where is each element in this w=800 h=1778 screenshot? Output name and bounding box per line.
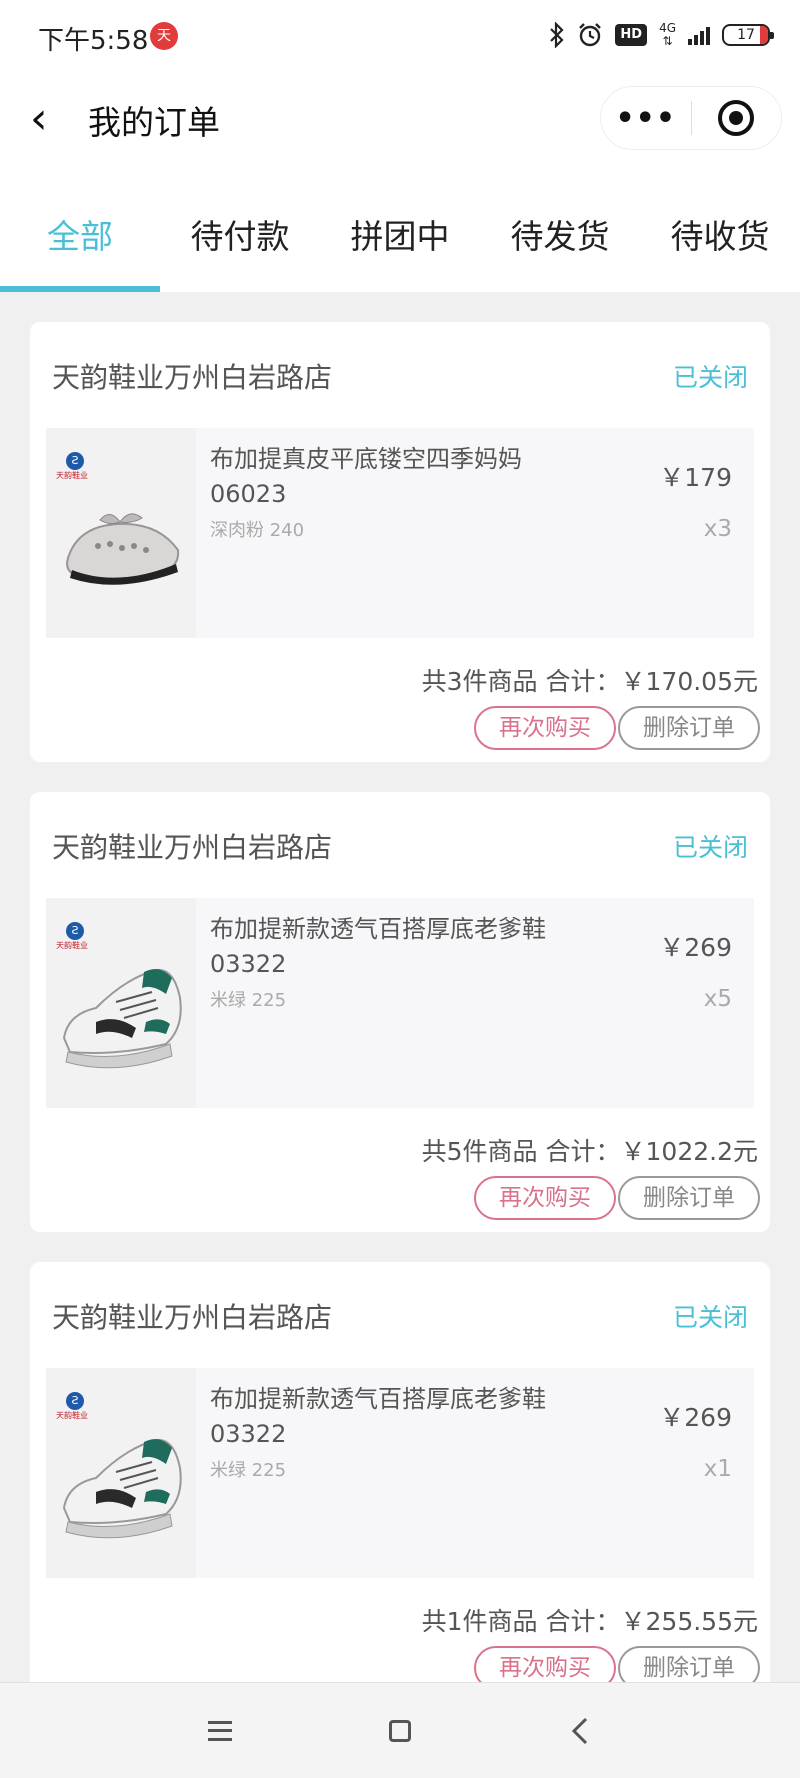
- battery-level: 17: [737, 27, 755, 43]
- product-price: ￥179: [659, 463, 732, 492]
- product-name: 布加提新款透气百搭厚底老爹鞋03322: [210, 915, 546, 978]
- brand-logo-text: 天韵鞋业: [56, 471, 88, 480]
- shop-name[interactable]: 天韵鞋业万州白岩路店: [52, 356, 332, 396]
- product-spec: 米绿 225: [210, 1460, 287, 1481]
- home-button[interactable]: [370, 1701, 430, 1761]
- sneaker-image: [62, 968, 182, 1069]
- brand-logo-text: 天韵鞋业: [56, 1411, 88, 1420]
- tab-pending-receipt[interactable]: 待收货: [640, 192, 800, 292]
- product-image: Ƨ 天韵鞋业: [46, 428, 196, 638]
- nav-back-icon: [571, 1717, 588, 1744]
- alarm-icon: [579, 23, 602, 47]
- order-card: 天韵鞋业万州白岩路店 已关闭 Ƨ 天韵鞋业 布加提新款透气百搭厚底老爹鞋0332…: [30, 792, 770, 1232]
- product-quantity: x1: [703, 1456, 732, 1482]
- tab-group-buying[interactable]: 拼团中: [320, 192, 480, 292]
- miniprogram-capsule: •••: [600, 86, 782, 150]
- status-bar: 下午5:58 天 HD 4G ⇅ 17: [0, 0, 800, 72]
- close-button[interactable]: [692, 100, 782, 136]
- rebuy-button[interactable]: 再次购买: [474, 1176, 616, 1220]
- close-icon: [718, 100, 755, 136]
- product-price: ￥269: [659, 933, 732, 962]
- page-title: 我的订单: [88, 103, 220, 142]
- tab-all[interactable]: 全部: [0, 192, 160, 292]
- menu-button[interactable]: [190, 1701, 250, 1761]
- flat-shoe-image: [66, 513, 180, 585]
- delete-order-button[interactable]: 删除订单: [618, 1176, 760, 1220]
- delete-order-button[interactable]: 删除订单: [618, 706, 760, 750]
- brand-logo: Ƨ 天韵鞋业: [56, 1392, 94, 1424]
- more-icon[interactable]: •••: [601, 101, 691, 136]
- brand-logo-text: 天韵鞋业: [56, 941, 88, 950]
- product-quantity: x3: [703, 516, 732, 542]
- order-total: 共3件商品 合计：￥170.05元: [421, 667, 758, 696]
- product-name: 布加提新款透气百搭厚底老爹鞋03322: [210, 1385, 546, 1448]
- bluetooth-icon: [550, 22, 564, 48]
- order-status: 已关闭: [672, 363, 748, 392]
- product-row[interactable]: Ƨ 天韵鞋业 布加提真皮平底镂空四季妈妈06023 深肉粉 240 ￥179 x…: [46, 428, 754, 638]
- product-image: Ƨ 天韵鞋业: [46, 1368, 196, 1578]
- shop-name[interactable]: 天韵鞋业万州白岩路店: [52, 1296, 332, 1336]
- network-type: 4G ⇅: [659, 21, 676, 48]
- order-tabs: 全部 待付款 拼团中 待发货 待收货: [0, 192, 800, 292]
- menu-icon: [208, 1720, 232, 1741]
- nav-bar: ‹ 我的订单 •••: [0, 72, 800, 172]
- battery-icon: 17: [722, 24, 774, 46]
- tab-pending-shipment[interactable]: 待发货: [480, 192, 640, 292]
- order-status: 已关闭: [672, 1303, 748, 1332]
- product-name: 布加提真皮平底镂空四季妈妈06023: [210, 445, 522, 508]
- product-row[interactable]: Ƨ 天韵鞋业 布加提新款透气百搭厚底老爹鞋03322 米绿 225 ￥269 x…: [46, 898, 754, 1108]
- nav-back-button[interactable]: [550, 1701, 610, 1761]
- brand-logo: Ƨ 天韵鞋业: [56, 922, 94, 954]
- brand-logo: Ƨ 天韵鞋业: [56, 452, 94, 484]
- order-card: 天韵鞋业万州白岩路店 已关闭 Ƨ 天韵鞋业 布加提新款透气百搭厚底老爹鞋0332…: [30, 1262, 770, 1702]
- status-time: 下午5:58: [38, 26, 149, 56]
- product-image: Ƨ 天韵鞋业: [46, 898, 196, 1108]
- order-total: 共5件商品 合计：￥1022.2元: [421, 1137, 758, 1166]
- order-status: 已关闭: [672, 833, 748, 862]
- signal-icon: [688, 25, 710, 45]
- header-area: 下午5:58 天 HD 4G ⇅ 17 ‹ 我的订单 ••• 全部 待付款 拼团中…: [0, 0, 800, 292]
- status-indicators: HD 4G ⇅ 17: [549, 18, 774, 52]
- back-icon[interactable]: ‹: [30, 94, 80, 144]
- home-icon: [389, 1719, 411, 1742]
- network-label: 4G: [659, 21, 676, 35]
- hd-badge: HD: [615, 24, 648, 46]
- app-notification-icon: 天: [150, 22, 178, 50]
- sneaker-image: [62, 1438, 182, 1539]
- tab-pending-payment[interactable]: 待付款: [160, 192, 320, 292]
- product-quantity: x5: [703, 986, 732, 1012]
- product-row[interactable]: Ƨ 天韵鞋业 布加提新款透气百搭厚底老爹鞋03322 米绿 225 ￥269 x…: [46, 1368, 754, 1578]
- shop-name[interactable]: 天韵鞋业万州白岩路店: [52, 826, 332, 866]
- order-total: 共1件商品 合计：￥255.55元: [421, 1607, 758, 1636]
- product-price: ￥269: [659, 1403, 732, 1432]
- product-spec: 米绿 225: [210, 990, 287, 1011]
- order-card: 天韵鞋业万州白岩路店 已关闭 Ƨ 天韵鞋业 布加提真皮平底镂空四季妈妈06023…: [30, 322, 770, 762]
- system-navigation-bar: [0, 1682, 800, 1778]
- product-spec: 深肉粉 240: [210, 520, 305, 541]
- rebuy-button[interactable]: 再次购买: [474, 706, 616, 750]
